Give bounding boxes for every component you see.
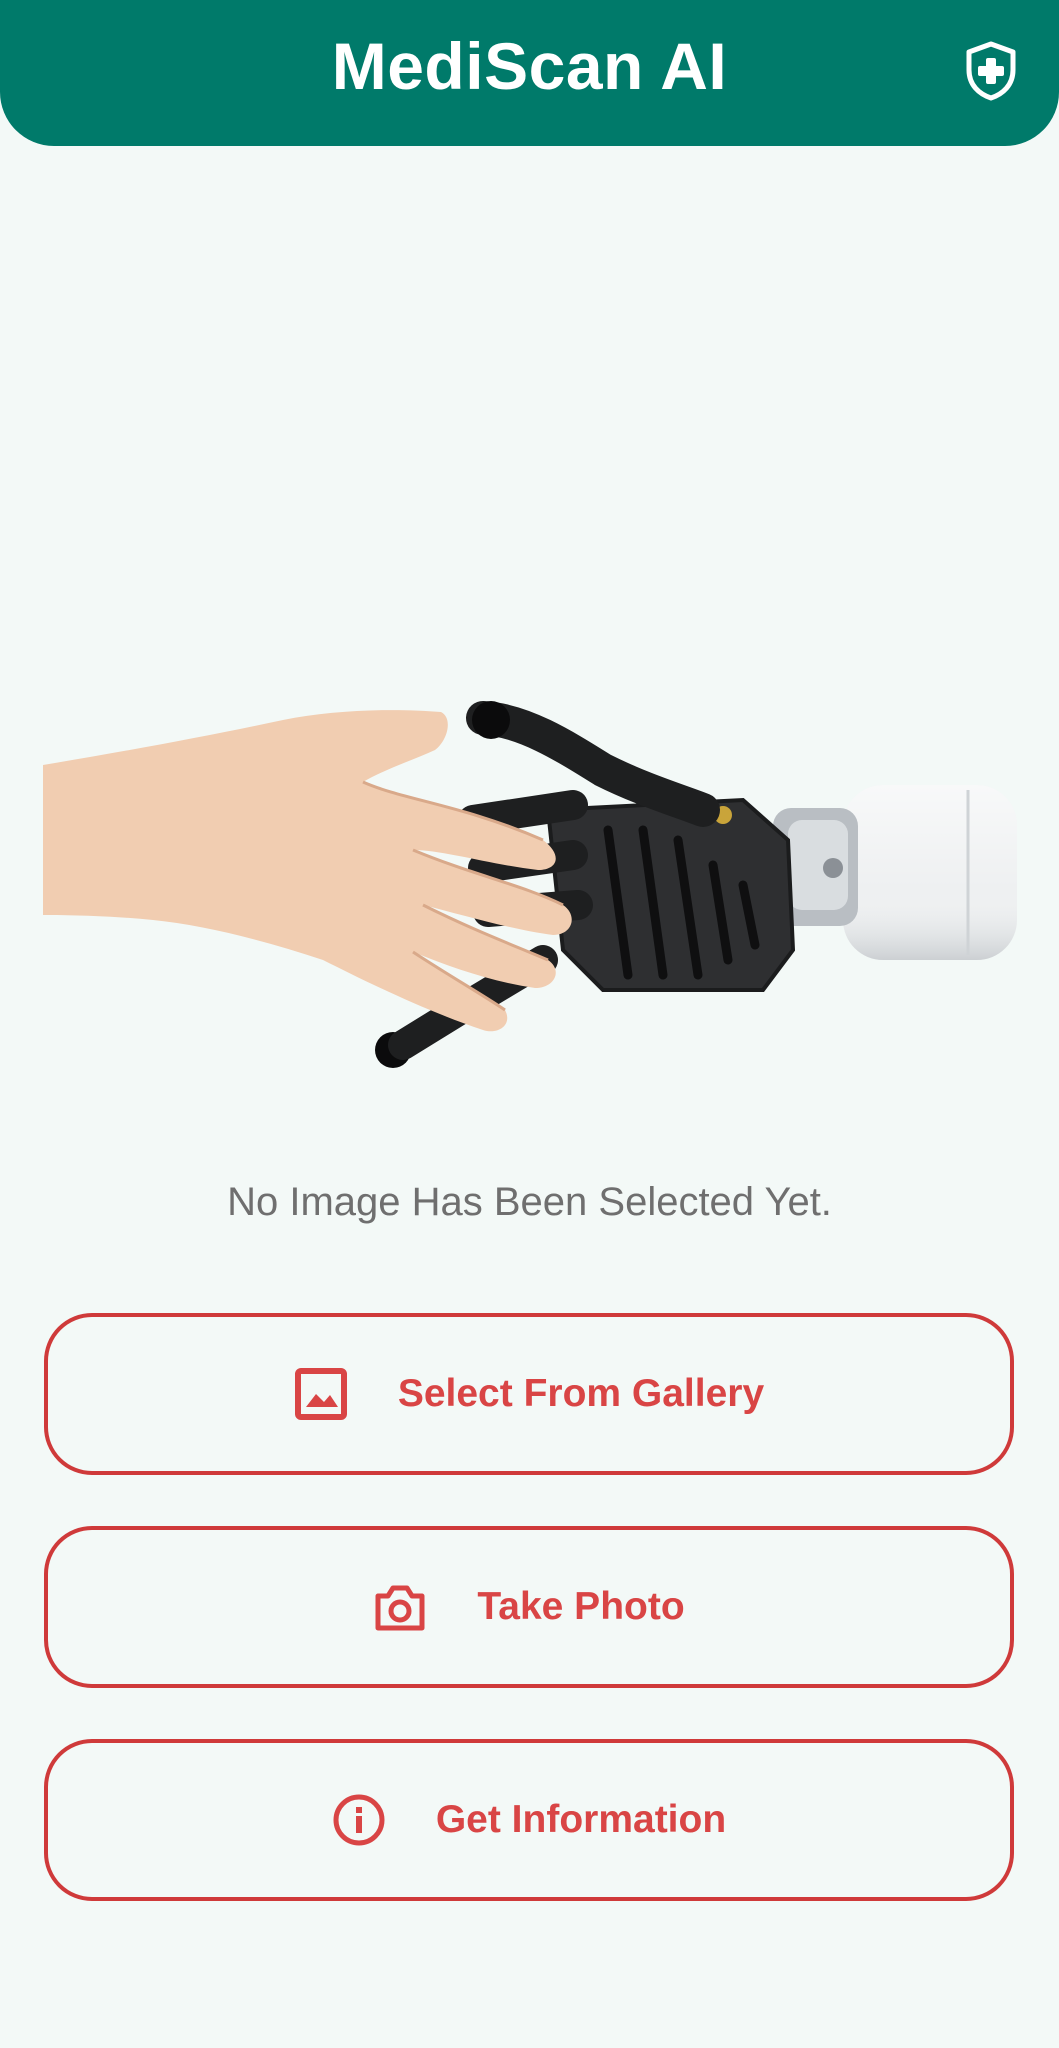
take-photo-button[interactable]: Take Photo <box>44 1526 1014 1688</box>
get-information-label: Get Information <box>435 1798 727 1841</box>
app-title: MediScan AI <box>331 29 728 103</box>
select-from-gallery-label: Select From Gallery <box>397 1372 765 1415</box>
select-from-gallery-button[interactable]: Select From Gallery <box>44 1313 1014 1475</box>
image-icon <box>294 1368 347 1420</box>
shield-plus-icon[interactable] <box>963 40 1019 102</box>
take-photo-label: Take Photo <box>477 1585 685 1628</box>
status-message: No Image Has Been Selected Yet. <box>227 1180 832 1224</box>
camera-icon <box>375 1585 425 1631</box>
get-information-button[interactable]: Get Information <box>44 1739 1014 1901</box>
app-bar: MediScan AI <box>0 0 1059 146</box>
hero-image <box>43 701 1017 1068</box>
info-icon <box>333 1794 385 1846</box>
